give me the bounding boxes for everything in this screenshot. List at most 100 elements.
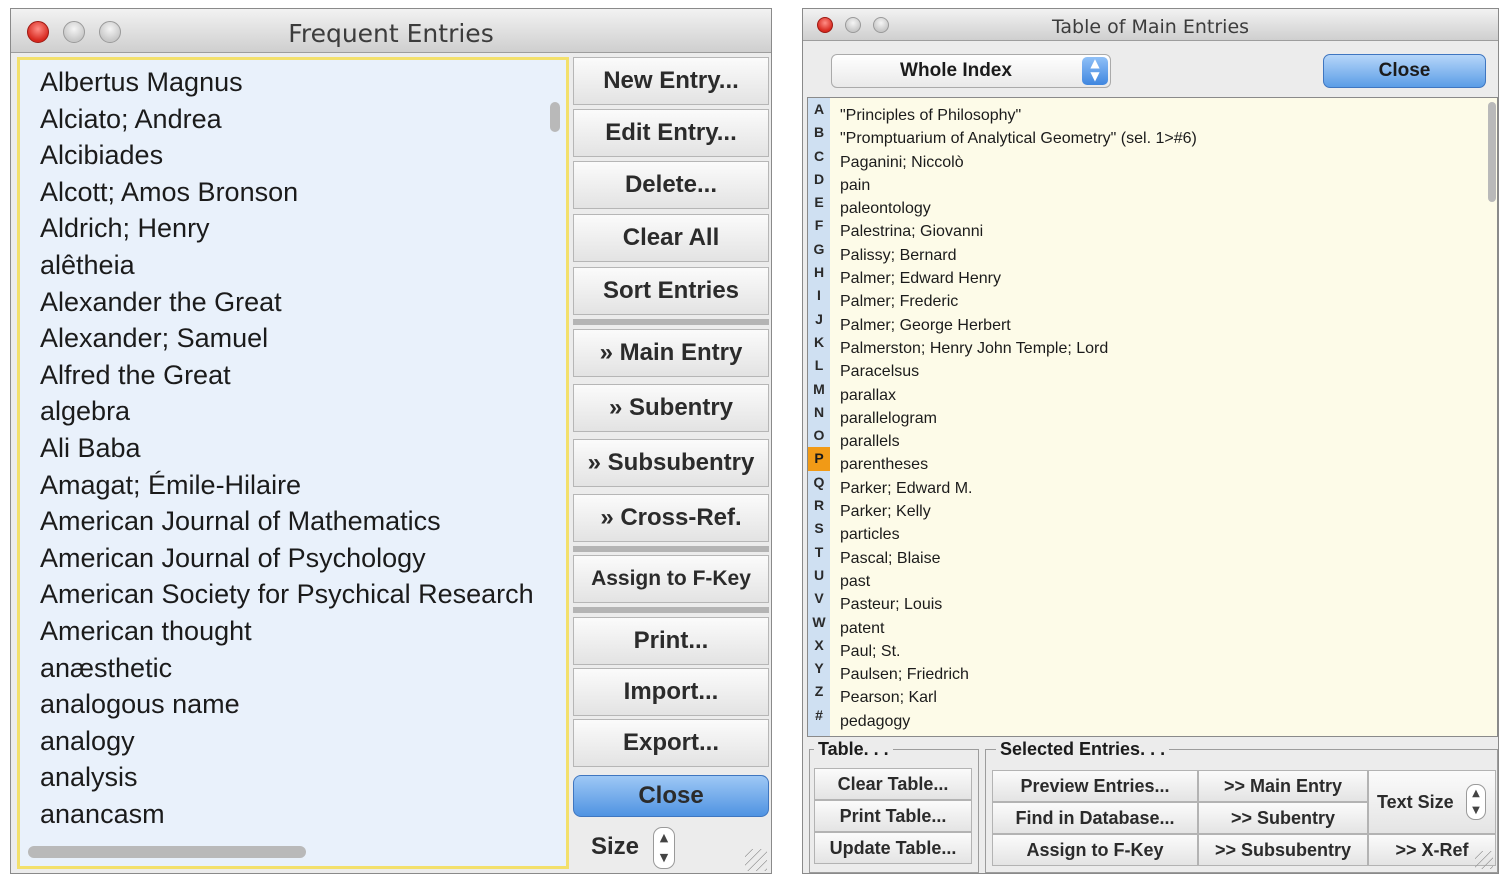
alphabet-letter-i[interactable]: I [808,284,830,307]
table-titlebar[interactable]: Table of Main Entries [803,9,1498,41]
main-entry-row[interactable]: Palmer; Edward Henry [840,267,1197,290]
clear-table-button[interactable]: Clear Table... [814,768,972,800]
vertical-scrollbar[interactable] [1488,102,1496,202]
export-button[interactable]: Export... [573,719,769,767]
delete-button[interactable]: Delete... [573,161,769,209]
main-entry-row[interactable]: Paul; St. [840,640,1197,663]
main-entry-button[interactable]: » Main Entry [573,329,769,377]
main-entry-row[interactable]: Parker; Kelly [840,500,1197,523]
main-entry-row[interactable]: parentheses [840,453,1197,476]
size-stepper[interactable]: ▲ ▼ [653,827,675,869]
clear-all-button[interactable]: Clear All [573,214,769,262]
main-entry-row[interactable]: parallels [840,430,1197,453]
frequent-entry[interactable]: Alciato; Andrea [40,101,566,138]
alphabet-letter-v[interactable]: V [808,587,830,610]
horizontal-scrollbar[interactable] [28,846,306,858]
frequent-entry[interactable]: American Journal of Mathematics [40,503,566,540]
main-entry-row[interactable]: Pascal; Blaise [840,547,1197,570]
assign-fkey-button[interactable]: Assign to F-Key [992,834,1198,866]
main-entry-row[interactable]: Paulsen; Friedrich [840,663,1197,686]
main-entries-table[interactable]: A B C D E F G H I J K L M N O P Q R S T U V W X Y Z # "Principles … [807,97,1498,737]
alphabet-letter-r[interactable]: R [808,494,830,517]
subentry-button[interactable]: >> Subentry [1198,802,1368,834]
frequent-entry[interactable]: algebra [40,393,566,430]
frequent-entry[interactable]: Aldrich; Henry [40,210,566,247]
main-entry-row[interactable]: pedagogy [840,710,1197,733]
alphabet-letter-j[interactable]: J [808,308,830,331]
frequent-entry[interactable]: Alexander; Samuel [40,320,566,357]
main-entry-row[interactable]: Palmer; Frederic [840,290,1197,313]
main-entry-row[interactable]: parallax [840,384,1197,407]
main-entry-button[interactable]: >> Main Entry [1198,770,1368,802]
frequent-entry[interactable]: Alexander the Great [40,284,566,321]
alphabet-letter-w[interactable]: W [808,611,830,634]
subentry-button[interactable]: » Subentry [573,384,769,432]
alphabet-letter-p[interactable]: P [808,447,830,471]
main-entry-row[interactable]: Palestrina; Giovanni [840,220,1197,243]
frequent-entry[interactable]: Alcott; Amos Bronson [40,174,566,211]
alphabet-letter-e[interactable]: E [808,191,830,214]
main-entry-row[interactable]: Pasteur; Louis [840,593,1197,616]
main-entry-row[interactable]: Palmerston; Henry John Temple; Lord [840,337,1197,360]
alphabet-letter-n[interactable]: N [808,401,830,424]
alphabet-letter-f[interactable]: F [808,214,830,237]
main-entry-row[interactable]: parallelogram [840,407,1197,430]
main-entry-row[interactable]: Pearson; Karl [840,686,1197,709]
main-entry-row[interactable]: Palissy; Bernard [840,244,1197,267]
alphabet-letter-hash[interactable]: # [808,704,830,727]
frequent-entry[interactable]: Albertus Magnus [40,64,566,101]
frequent-entry[interactable]: analysis [40,759,566,796]
find-in-database-button[interactable]: Find in Database... [992,802,1198,834]
text-size-stepper[interactable]: ▲ ▼ [1466,784,1486,820]
new-entry-button[interactable]: New Entry... [573,57,769,105]
frequent-entry[interactable]: Amagat; Émile-Hilaire [40,467,566,504]
alphabet-letter-g[interactable]: G [808,238,830,261]
frequent-entry[interactable]: American Journal of Psychology [40,540,566,577]
print-button[interactable]: Print... [573,617,769,665]
main-entry-row[interactable]: "Principles of Philosophy" [840,104,1197,127]
frequent-entry[interactable]: Alfred the Great [40,357,566,394]
frequent-entries-titlebar[interactable]: Frequent Entries [11,9,771,53]
resize-grip-icon[interactable] [745,849,767,871]
alphabet-letter-o[interactable]: O [808,424,830,447]
main-entry-row[interactable]: paleontology [840,197,1197,220]
close-button[interactable]: Close [573,775,769,817]
frequent-entry[interactable]: alêtheia [40,247,566,284]
frequent-entry[interactable]: American thought [40,613,566,650]
frequent-entry[interactable]: Alcibiades [40,137,566,174]
main-entry-row[interactable]: Paganini; Niccolò [840,151,1197,174]
alphabet-letter-z[interactable]: Z [808,680,830,703]
frequent-entry[interactable]: American Society for Psychical Research [40,576,566,613]
assign-fkey-button[interactable]: Assign to F-Key [573,555,769,603]
frequent-entries-list[interactable]: Albertus Magnus Alciato; Andrea Alcibiades… [17,57,569,869]
main-entry-row[interactable]: pain [840,174,1197,197]
alphabet-letter-d[interactable]: D [808,168,830,191]
alphabet-letter-c[interactable]: C [808,145,830,168]
frequent-entry[interactable]: analogous name [40,686,566,723]
frequent-entry[interactable]: Ali Baba [40,430,566,467]
import-button[interactable]: Import... [573,668,769,716]
vertical-scrollbar[interactable] [550,102,560,132]
alphabet-letter-t[interactable]: T [808,541,830,564]
alphabet-letter-s[interactable]: S [808,517,830,540]
main-entry-row[interactable]: past [840,570,1197,593]
resize-grip-icon[interactable] [1475,851,1493,869]
print-table-button[interactable]: Print Table... [814,800,972,832]
alphabet-letter-h[interactable]: H [808,261,830,284]
frequent-entry[interactable]: anancasm [40,796,566,833]
alphabet-letter-u[interactable]: U [808,564,830,587]
alphabet-letter-m[interactable]: M [808,378,830,401]
subsubentry-button[interactable]: >> Subsubentry [1198,834,1368,866]
alphabet-letter-y[interactable]: Y [808,657,830,680]
main-entry-row[interactable]: Parker; Edward M. [840,477,1197,500]
main-entry-row[interactable]: patent [840,617,1197,640]
main-entry-row[interactable]: Paracelsus [840,360,1197,383]
main-entry-row[interactable]: Palmer; George Herbert [840,314,1197,337]
edit-entry-button[interactable]: Edit Entry... [573,109,769,157]
alphabet-letter-b[interactable]: B [808,121,830,144]
scope-select[interactable]: Whole Index ▲ ▼ [831,54,1111,88]
sort-entries-button[interactable]: Sort Entries [573,267,769,315]
close-button[interactable]: Close [1323,54,1486,88]
cross-ref-button[interactable]: » Cross-Ref. [573,494,769,542]
update-table-button[interactable]: Update Table... [814,832,972,864]
